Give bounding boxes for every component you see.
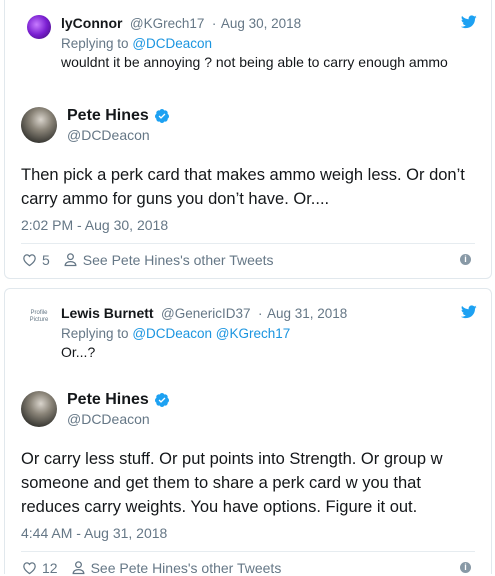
like-button[interactable]: 5: [21, 251, 50, 268]
see-other-tweets-label: See Pete Hines's other Tweets: [90, 559, 282, 576]
author-name[interactable]: Pete Hines: [67, 391, 149, 409]
like-count: 12: [42, 559, 58, 576]
twitter-bird-icon[interactable]: [461, 15, 477, 29]
reply-text: Or...?: [61, 344, 96, 360]
tweet-text: Or carry less stuff. Or put points into …: [21, 450, 443, 516]
info-icon[interactable]: i: [460, 562, 471, 573]
divider: [21, 551, 475, 552]
person-icon: [64, 253, 77, 267]
avatar[interactable]: [21, 107, 57, 143]
reply-date[interactable]: Aug 30, 2018: [221, 16, 301, 31]
reply-tweet[interactable]: Profile Picture Lewis Burnett @GenericID3…: [27, 305, 477, 361]
tweet-timestamp[interactable]: 4:44 AM - Aug 31, 2018: [21, 525, 475, 541]
author-handle[interactable]: @DCDeacon: [67, 411, 170, 427]
author-handle[interactable]: @DCDeacon: [67, 127, 170, 143]
author-name[interactable]: Pete Hines: [67, 107, 149, 125]
person-icon: [72, 561, 85, 575]
twitter-bird-icon[interactable]: [461, 305, 477, 319]
verified-badge-icon: [154, 109, 169, 123]
main-tweet: Pete Hines @DCDeacon Then pick a perk ca…: [21, 107, 475, 268]
reply-tweet[interactable]: lyConnor @KGrech17 · Aug 30, 2018 Replyi…: [27, 15, 477, 71]
info-icon[interactable]: i: [460, 254, 471, 265]
heart-icon: [23, 562, 36, 575]
tweet-text: Then pick a perk card that makes ammo we…: [21, 166, 465, 208]
replying-to-mention[interactable]: @DCDeacon: [132, 36, 212, 51]
reply-date[interactable]: Aug 31, 2018: [267, 306, 347, 321]
replying-to-label: Replying to: [61, 36, 129, 51]
reply-author-name[interactable]: Lewis Burnett: [61, 305, 154, 321]
tweet-actions: 12 See Pete Hines's other Tweets i: [21, 559, 475, 576]
avatar[interactable]: Profile Picture: [27, 305, 51, 329]
like-count: 5: [42, 251, 50, 268]
tweet-card-2: Profile Picture Lewis Burnett @GenericID3…: [4, 288, 492, 576]
divider: [21, 243, 475, 244]
see-other-tweets-link[interactable]: See Pete Hines's other Tweets: [70, 559, 282, 576]
tweet-card-1: lyConnor @KGrech17 · Aug 30, 2018 Replyi…: [4, 0, 492, 279]
heart-icon: [23, 254, 36, 267]
reply-author-handle[interactable]: @GenericID37: [161, 306, 251, 321]
tweet-actions: 5 See Pete Hines's other Tweets i: [21, 251, 475, 268]
avatar[interactable]: [27, 15, 51, 39]
replying-to-mention[interactable]: @DCDeacon @KGrech17: [132, 326, 290, 341]
reply-author-handle[interactable]: @KGrech17: [130, 16, 205, 31]
replying-to-label: Replying to: [61, 326, 129, 341]
like-button[interactable]: 12: [21, 559, 58, 576]
tweet-timestamp[interactable]: 2:02 PM - Aug 30, 2018: [21, 217, 475, 233]
reply-author-name[interactable]: lyConnor: [61, 15, 122, 31]
see-other-tweets-label: See Pete Hines's other Tweets: [82, 251, 274, 268]
main-tweet: Pete Hines @DCDeacon Or carry less stuff…: [21, 391, 475, 576]
reply-text: wouldnt it be annoying ? not being able …: [61, 54, 448, 70]
see-other-tweets-link[interactable]: See Pete Hines's other Tweets: [62, 251, 274, 268]
verified-badge-icon: [154, 393, 169, 407]
avatar[interactable]: [21, 391, 57, 427]
